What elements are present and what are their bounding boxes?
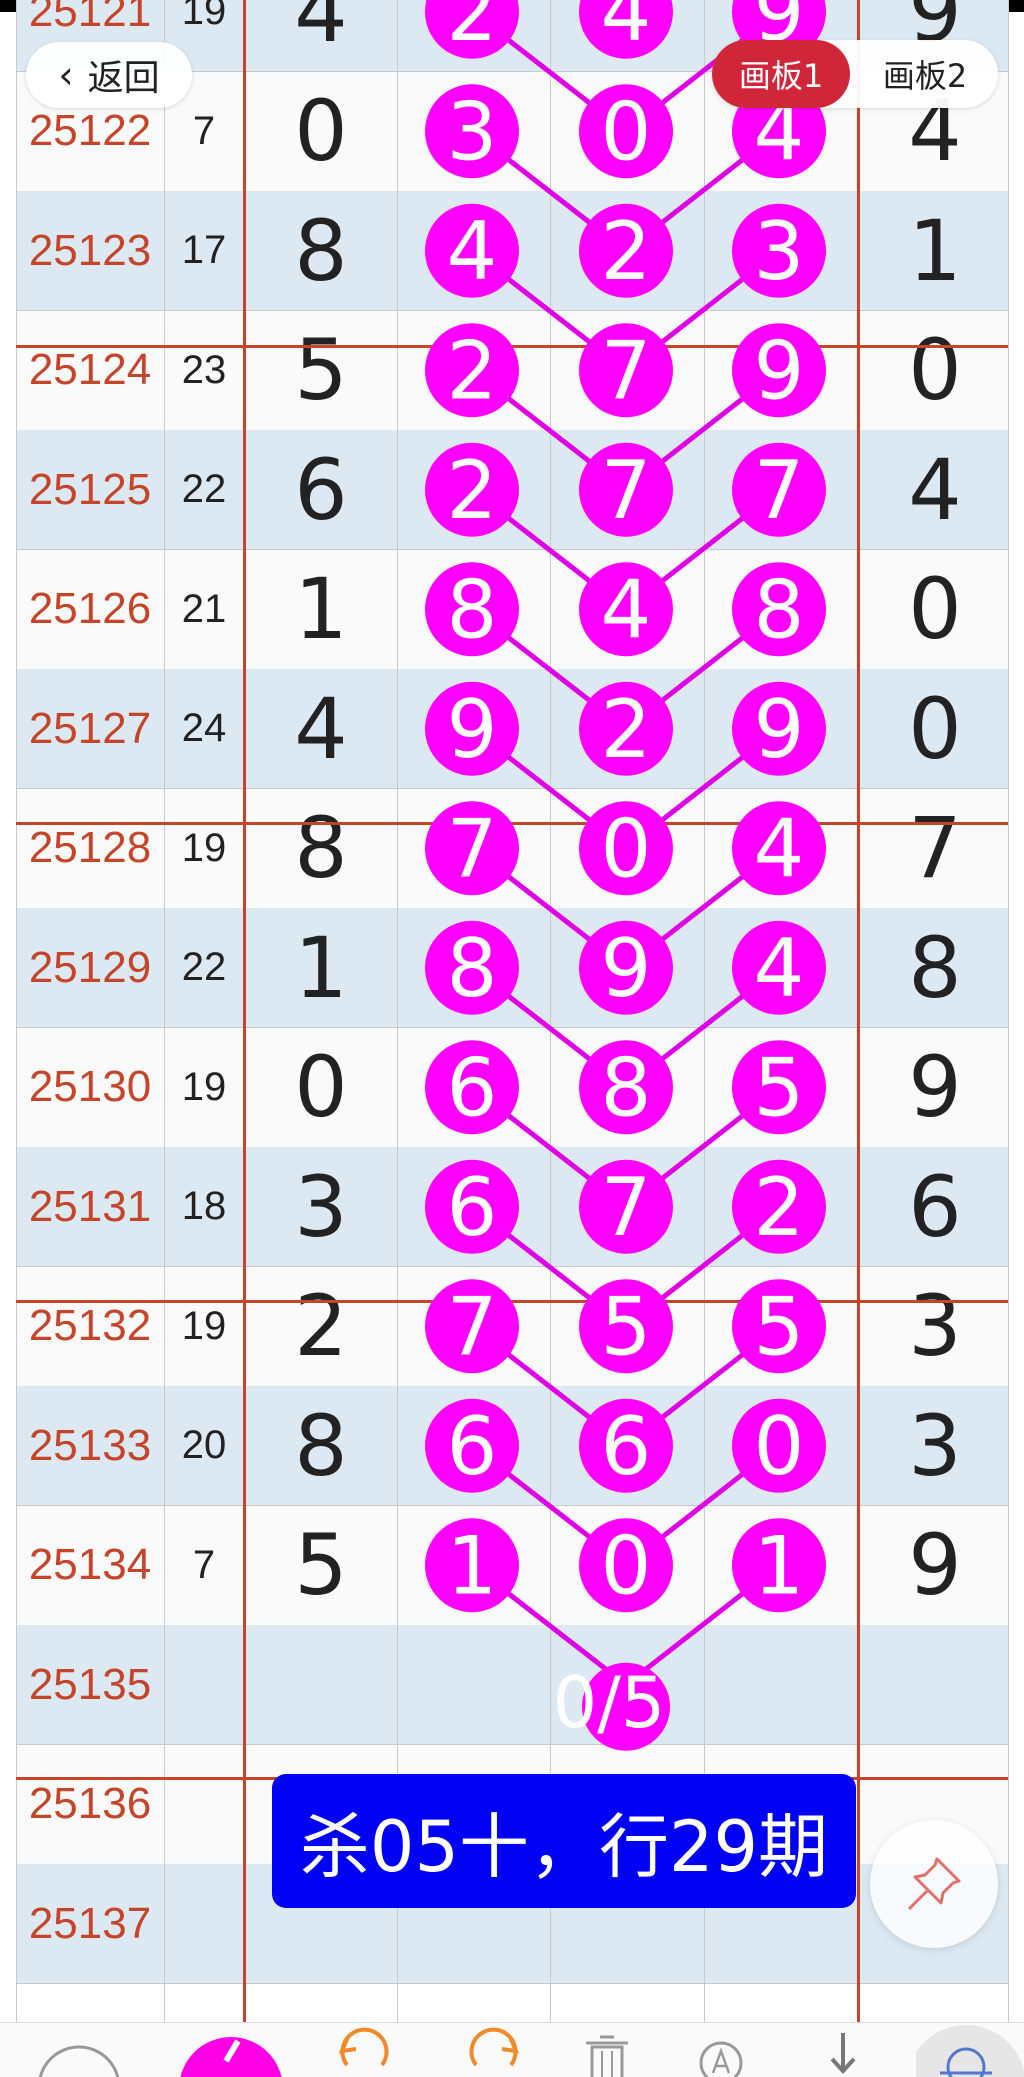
last-digit: 1 <box>908 201 962 300</box>
first-digit: 8 <box>294 1396 348 1495</box>
sum-value: 17 <box>181 228 227 272</box>
kill-banner[interactable]: 杀05十，行29期 <box>272 1774 856 1908</box>
issue-number: 25133 <box>28 1420 152 1470</box>
redo-icon[interactable] <box>446 2023 536 2077</box>
settings-icon[interactable] <box>906 2023 1024 2077</box>
trash-icon[interactable] <box>562 2023 652 2077</box>
tab-board-1[interactable]: 画板1 <box>712 40 850 108</box>
sum-value: 21 <box>181 586 227 631</box>
sum-value: 22 <box>181 467 227 511</box>
prediction-text: 0/5 <box>552 1662 666 1744</box>
tab-board-2[interactable]: 画板2 <box>852 40 998 108</box>
last-digit: 3 <box>908 1277 962 1375</box>
last-digit: 9 <box>908 1038 962 1136</box>
issue-number: 25126 <box>28 584 152 633</box>
issue-number: 25128 <box>28 823 152 872</box>
issue-number: 25124 <box>28 345 152 394</box>
bottom-toolbar <box>0 2022 1024 2077</box>
issue-number: 25123 <box>28 225 152 275</box>
back-button[interactable]: ‹ 返回 <box>26 42 192 108</box>
link-icon[interactable] <box>34 2023 124 2077</box>
first-digit: 8 <box>294 799 348 897</box>
issue-number: 25131 <box>28 1181 152 1231</box>
first-digit: 4 <box>294 0 348 61</box>
issue-number: 25134 <box>28 1540 152 1589</box>
board-tabs: 画板1 画板2 <box>712 40 998 108</box>
undo-icon[interactable] <box>322 2023 412 2077</box>
sum-value: 19 <box>181 1303 227 1348</box>
sum-value: 24 <box>181 706 227 750</box>
last-digit: 4 <box>908 440 962 539</box>
first-digit: 1 <box>294 918 348 1017</box>
first-digit: 8 <box>294 201 348 300</box>
first-digit: 1 <box>294 560 348 658</box>
first-digit: 5 <box>294 321 348 419</box>
first-digit: 3 <box>294 1157 348 1256</box>
group-divider <box>16 822 1008 825</box>
text-icon[interactable] <box>676 2023 766 2077</box>
issue-number: 25132 <box>28 1301 152 1350</box>
pen-icon[interactable] <box>176 2023 282 2077</box>
prediction-label: 0/5 <box>0 1662 1024 1744</box>
first-digit: 0 <box>294 1038 348 1136</box>
sum-value: 18 <box>181 1184 227 1228</box>
issue-number: 25125 <box>28 464 152 514</box>
sum-value: 23 <box>181 347 227 392</box>
first-digit: 6 <box>294 440 348 539</box>
pin-icon <box>907 1857 961 1911</box>
sum-value: 19 <box>181 825 227 870</box>
first-digit: 0 <box>294 82 348 180</box>
issue-number: 25137 <box>28 1898 152 1948</box>
last-digit: 0 <box>908 321 962 419</box>
sum-value <box>164 1864 244 1983</box>
group-divider <box>16 345 1008 348</box>
first-digit: 5 <box>294 1516 348 1614</box>
last-digit: 9 <box>908 1516 962 1614</box>
sum-value: 20 <box>181 1423 227 1467</box>
first-digit: 2 <box>294 1277 348 1375</box>
issue-number: 25129 <box>28 942 152 992</box>
last-digit: 0 <box>908 679 962 778</box>
last-digit: 8 <box>908 918 962 1017</box>
sum-value: 7 <box>192 1542 216 1587</box>
sum-value <box>164 1745 244 1864</box>
issue-number: 25127 <box>28 703 152 753</box>
last-digit: 0 <box>908 560 962 658</box>
back-label: 返回 <box>87 58 160 99</box>
sum-value: 22 <box>181 945 227 989</box>
issue-number: 25136 <box>28 1779 152 1828</box>
last-digit: 7 <box>908 799 962 897</box>
last-digit: 3 <box>908 1396 962 1495</box>
download-icon[interactable] <box>798 2023 888 2077</box>
first-digit: 4 <box>294 679 348 778</box>
last-digit: 6 <box>908 1157 962 1256</box>
chevron-left-icon: ‹ <box>58 53 74 97</box>
pin-button[interactable] <box>870 1820 998 1948</box>
sum-value: 19 <box>181 1064 227 1109</box>
group-divider <box>16 1300 1008 1303</box>
issue-number: 25130 <box>28 1062 152 1111</box>
